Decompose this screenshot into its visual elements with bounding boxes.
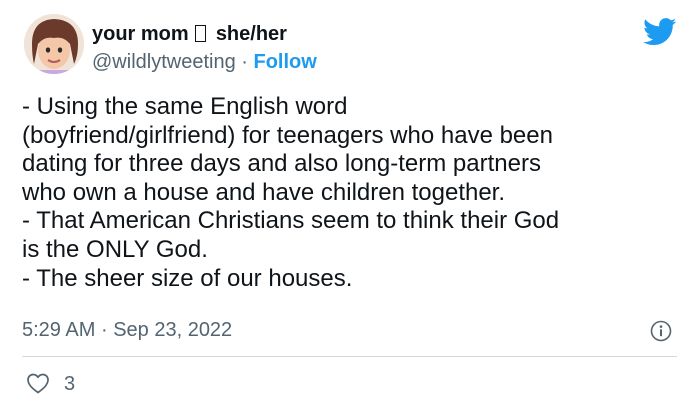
tweet-time[interactable]: 5:29 AM: [22, 319, 95, 341]
tweet-text-line: - That American Christians seem to think…: [22, 207, 560, 235]
follow-button[interactable]: Follow: [254, 51, 317, 73]
separator-dot: ·: [100, 319, 108, 341]
like-count[interactable]: 3: [64, 371, 75, 397]
tweet-text-line: who own a house and have children togeth…: [22, 178, 506, 206]
heart-icon[interactable]: [26, 372, 50, 394]
missing-glyph-box-icon: [195, 25, 207, 42]
tweet-text-line: is the ONLY God.: [22, 235, 208, 263]
info-icon[interactable]: [650, 320, 672, 342]
tweet-text: - Using the same English word (boyfriend…: [22, 93, 682, 293]
handle-line: @wildlytweeting · Follow: [92, 49, 317, 75]
twitter-bird-icon[interactable]: [643, 18, 677, 46]
divider: [22, 356, 677, 357]
tweet-card: your mom she/her @wildlytweeting · Follo…: [0, 0, 700, 411]
tweet-text-line: (boyfriend/girlfriend) for teenagers who…: [22, 121, 553, 149]
tweet-text-line: dating for three days and also long-term…: [22, 150, 541, 178]
avatar[interactable]: [24, 14, 84, 74]
separator-dot: ·: [241, 51, 248, 73]
pronouns: she/her: [215, 23, 287, 45]
handle[interactable]: @wildlytweeting: [92, 51, 236, 73]
tweet-date[interactable]: Sep 23, 2022: [113, 319, 232, 341]
display-name[interactable]: your mom: [92, 23, 189, 45]
tweet-timestamp[interactable]: 5:29 AM · Sep 23, 2022: [22, 317, 232, 343]
author-name-line[interactable]: your mom she/her: [92, 20, 287, 48]
tweet-text-line: - The sheer size of our houses.: [22, 264, 353, 292]
tweet-text-line: - Using the same English word: [22, 93, 348, 120]
